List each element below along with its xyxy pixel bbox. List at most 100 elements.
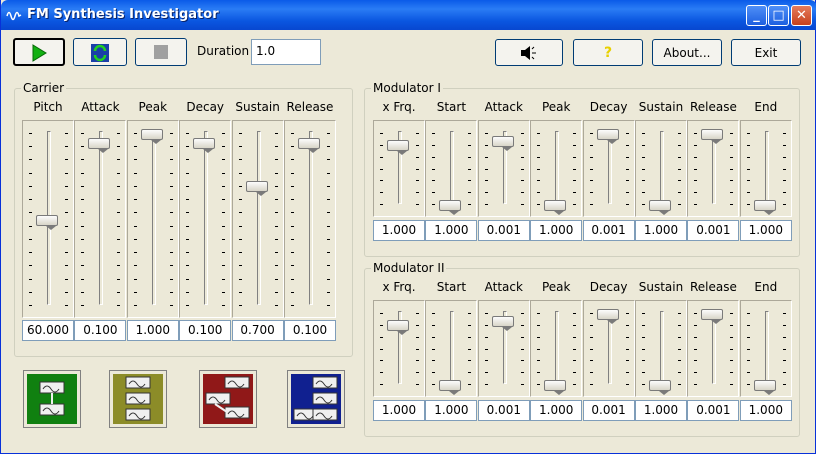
slider-thumb[interactable] — [491, 316, 514, 332]
channel-value[interactable]: 0.700 — [231, 320, 284, 341]
slider-track[interactable] — [425, 300, 478, 397]
slider-track[interactable] — [739, 300, 792, 397]
slider-thumb[interactable] — [649, 380, 671, 395]
channel-value[interactable]: 1.000 — [126, 320, 179, 341]
channel-value[interactable]: 1.000 — [635, 220, 687, 241]
speaker-icon — [521, 46, 536, 60]
tick-mark — [694, 156, 698, 158]
channel-value[interactable]: 1.000 — [373, 400, 425, 421]
slider-track[interactable] — [687, 300, 740, 397]
slider-thumb[interactable] — [544, 200, 567, 215]
slider-track[interactable] — [425, 120, 478, 217]
tick-mark — [65, 291, 68, 293]
tick-mark — [274, 172, 278, 174]
mute-button[interactable] — [495, 39, 563, 66]
slider-thumb[interactable] — [88, 137, 111, 153]
channel-value[interactable]: 0.100 — [74, 320, 127, 341]
stop-button[interactable] — [135, 38, 187, 66]
tick-mark — [625, 204, 629, 205]
channel-value[interactable]: 0.001 — [477, 400, 530, 421]
tick-mark — [730, 313, 734, 314]
slider-thumb[interactable] — [753, 200, 776, 215]
slider-track[interactable] — [582, 300, 635, 397]
slider-thumb[interactable] — [193, 137, 216, 153]
slider-track[interactable] — [582, 120, 635, 217]
slider-track[interactable] — [477, 300, 530, 397]
slider-thumb[interactable] — [36, 215, 58, 230]
channel-value[interactable]: 1.000 — [373, 220, 425, 241]
slider-track[interactable] — [530, 120, 583, 217]
slider-track[interactable] — [635, 300, 687, 397]
slider-thumb[interactable] — [544, 380, 567, 395]
slider-thumb[interactable] — [387, 139, 409, 155]
channel-value[interactable]: 0.100 — [179, 320, 232, 341]
slider-thumb[interactable] — [439, 380, 462, 395]
tick-mark — [520, 348, 524, 350]
tick-mark — [81, 252, 85, 254]
tick-mark — [537, 133, 541, 134]
slider-track[interactable] — [530, 300, 583, 397]
about-button[interactable]: About... — [652, 39, 722, 66]
loop-button[interactable] — [73, 38, 127, 66]
channel-value[interactable]: 0.001 — [582, 220, 635, 241]
slider-thumb[interactable] — [298, 137, 320, 153]
slider-track[interactable] — [739, 120, 792, 217]
slider-track[interactable] — [373, 120, 425, 217]
channel-value[interactable]: 1.000 — [739, 400, 792, 421]
channel-value[interactable]: 1.000 — [530, 220, 583, 241]
slider-thumb[interactable] — [753, 380, 776, 395]
slider-thumb[interactable] — [596, 309, 619, 324]
slider-thumb[interactable] — [596, 129, 619, 144]
channel-value[interactable]: 0.001 — [477, 220, 530, 241]
slider-thumb[interactable] — [387, 319, 409, 335]
channel-value[interactable]: 1.000 — [635, 400, 687, 421]
algorithm-3-button[interactable] — [199, 370, 257, 428]
tick-mark — [678, 144, 681, 146]
slider-thumb[interactable] — [491, 136, 514, 152]
minimize-button[interactable]: _ — [746, 5, 767, 26]
title-bar[interactable]: FM Synthesis Investigator _ □ ✕ — [1, 0, 816, 30]
tick-mark — [746, 348, 750, 350]
slider-track[interactable] — [179, 120, 232, 318]
slider-thumb[interactable] — [701, 129, 724, 144]
channel-value[interactable]: 0.001 — [687, 220, 740, 241]
help-button[interactable]: ? — [573, 39, 643, 66]
maximize-button[interactable]: □ — [768, 5, 789, 26]
slider-track[interactable] — [74, 120, 127, 318]
channel-value[interactable]: 0.001 — [582, 400, 635, 421]
slider-track[interactable] — [687, 120, 740, 217]
algorithm-1-button[interactable] — [23, 370, 81, 428]
slider-track[interactable] — [231, 120, 284, 318]
slider-track[interactable] — [373, 300, 425, 397]
slider-track[interactable] — [126, 120, 179, 318]
channel-label: Attack — [81, 100, 120, 114]
channel-value[interactable]: 1.000 — [425, 220, 478, 241]
channel-value[interactable]: 0.001 — [687, 400, 740, 421]
algorithm-2-button[interactable] — [109, 370, 167, 428]
channel-value[interactable]: 0.100 — [284, 320, 336, 341]
tick-mark — [484, 133, 488, 134]
channel-value[interactable]: 1.000 — [530, 400, 583, 421]
slider-thumb[interactable] — [140, 129, 163, 144]
tick-mark — [730, 180, 734, 182]
slider-track[interactable] — [635, 120, 687, 217]
tick-mark — [432, 168, 436, 170]
channel-value[interactable]: 60.000 — [22, 320, 74, 341]
tick-mark — [133, 252, 137, 254]
duration-input[interactable]: 1.0 — [251, 39, 321, 65]
slider-thumb[interactable] — [439, 200, 462, 215]
slider-thumb[interactable] — [245, 180, 268, 196]
tick-mark — [274, 252, 278, 254]
slider-thumb[interactable] — [701, 309, 724, 324]
slider-track[interactable] — [477, 120, 530, 217]
exit-button[interactable]: Exit — [731, 39, 801, 66]
channel-value[interactable]: 1.000 — [739, 220, 792, 241]
slider-track[interactable] — [284, 120, 336, 318]
algorithm-4-button[interactable] — [287, 370, 345, 428]
slider-thumb[interactable] — [649, 200, 671, 215]
tick-mark — [678, 360, 681, 362]
close-button[interactable]: ✕ — [791, 5, 812, 26]
play-button[interactable] — [13, 38, 65, 66]
slider-track[interactable] — [22, 120, 74, 318]
channel-value[interactable]: 1.000 — [425, 400, 478, 421]
